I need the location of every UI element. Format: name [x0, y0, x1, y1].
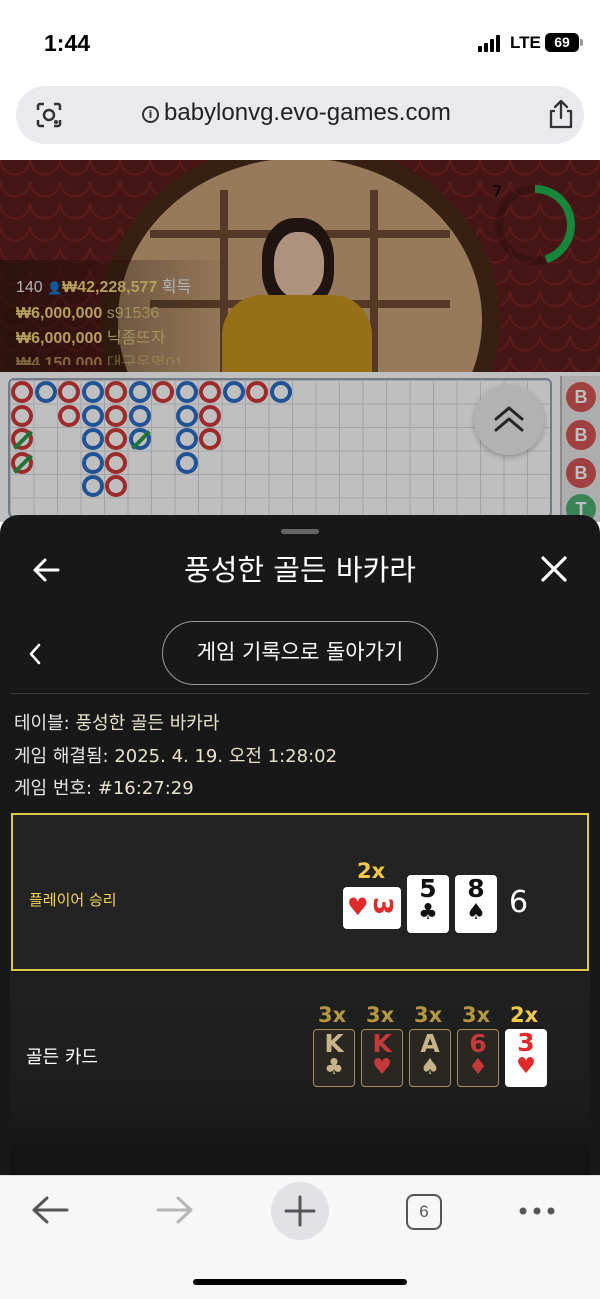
card-rank: 3: [367, 896, 398, 916]
card-suit: ♣: [324, 1055, 344, 1080]
back-arrow-icon[interactable]: [30, 553, 64, 587]
result-multiplier: 2x: [357, 859, 386, 883]
table-label: 테이블:: [14, 713, 70, 734]
address-bar[interactable]: i babylonvg.evo-games.com: [16, 86, 584, 144]
golden-cards-row: 골든 카드 3x K ♣ 3x K ♥ 3x A ♠ 3x 6 ♦ 2x 3 ♥: [10, 973, 590, 1175]
tab-switcher-button[interactable]: 6: [406, 1194, 442, 1230]
card-rank: 5: [419, 874, 437, 903]
game-number-info: 게임 번호: #16:27:29: [14, 774, 194, 800]
card-suit: ♥: [347, 893, 369, 921]
card-rank: K: [372, 1029, 392, 1058]
winning-hand-row: 플레이어 승리 2x ♥ 3 5 ♣ 8 ♠ 6: [11, 813, 589, 971]
site-info-icon[interactable]: i: [142, 106, 159, 123]
playing-card: ♥ 3: [343, 887, 401, 929]
golden-card: A ♠: [409, 1029, 451, 1087]
card-rank: 3: [517, 1028, 535, 1057]
browser-toolbar: 6: [0, 1175, 600, 1299]
golden-card: K ♥: [361, 1029, 403, 1087]
google-lens-icon[interactable]: [34, 100, 64, 130]
resolved-value: 2025. 4. 19. 오전 1:28:02: [114, 746, 338, 767]
playing-card: 8 ♠: [455, 875, 497, 933]
plus-icon: [284, 1195, 316, 1227]
card-rank: 8: [467, 874, 485, 903]
golden-multiplier: 3x: [414, 1003, 443, 1027]
card-suit: ♥: [372, 1055, 392, 1080]
table-value: 풍성한 골든 바카라: [75, 713, 220, 734]
card-rank: K: [324, 1029, 344, 1058]
playing-card: 5 ♣: [407, 875, 449, 933]
table-info: 테이블: 풍성한 골든 바카라: [14, 709, 219, 735]
golden-multiplier-active: 2x: [510, 1003, 539, 1027]
card-suit: ♠: [466, 900, 486, 925]
golden-card: 6 ♦: [457, 1029, 499, 1087]
golden-multiplier: 3x: [318, 1003, 347, 1027]
forward-arrow-icon[interactable]: [155, 1194, 195, 1226]
resolved-info: 게임 해결됨: 2025. 4. 19. 오전 1:28:02: [14, 742, 337, 768]
cellular-signal-icon: [478, 34, 504, 52]
status-time: 1:44: [44, 30, 91, 56]
result-label: 플레이어 승리: [29, 891, 117, 909]
sheet-title: 풍성한 골든 바카라: [184, 553, 416, 587]
card-suit: ♦: [468, 1055, 488, 1080]
more-menu-icon[interactable]: [518, 1206, 558, 1216]
sheet-backdrop[interactable]: [0, 160, 600, 522]
share-icon[interactable]: [546, 98, 576, 130]
back-to-history-button[interactable]: 게임 기록으로 돌아가기: [162, 621, 438, 685]
card-suit: ♠: [420, 1055, 440, 1080]
status-bar: 1:44 LTE 69: [0, 0, 600, 88]
back-arrow-icon[interactable]: [30, 1194, 70, 1226]
golden-multiplier: 3x: [462, 1003, 491, 1027]
divider: [10, 693, 590, 694]
battery-icon: 69: [545, 33, 583, 52]
resolved-label: 게임 해결됨:: [14, 746, 109, 767]
game-number-value: #16:27:29: [97, 778, 194, 799]
new-tab-button[interactable]: [271, 1182, 329, 1240]
game-detail-sheet: 풍성한 골든 바카라 게임 기록으로 돌아가기 테이블: 풍성한 골든 바카라 …: [0, 515, 600, 1175]
game-number-label: 게임 번호:: [14, 778, 93, 799]
card-rank: 6: [469, 1029, 487, 1058]
home-indicator: [193, 1279, 407, 1285]
card-suit: ♣: [418, 900, 438, 925]
card-suit: ♥: [516, 1054, 536, 1079]
golden-card: K ♣: [313, 1029, 355, 1087]
card-rank: A: [420, 1029, 440, 1058]
hand-total: 6: [509, 885, 529, 920]
golden-cards-label: 골든 카드: [26, 1047, 98, 1068]
close-icon[interactable]: [538, 553, 570, 585]
golden-multiplier: 3x: [366, 1003, 395, 1027]
sheet-drag-handle[interactable]: [281, 529, 319, 534]
golden-card-active: 3 ♥: [505, 1029, 547, 1087]
chevron-left-icon[interactable]: [26, 641, 44, 667]
network-type: LTE: [510, 33, 541, 52]
url-text[interactable]: babylonvg.evo-games.com: [164, 99, 451, 127]
